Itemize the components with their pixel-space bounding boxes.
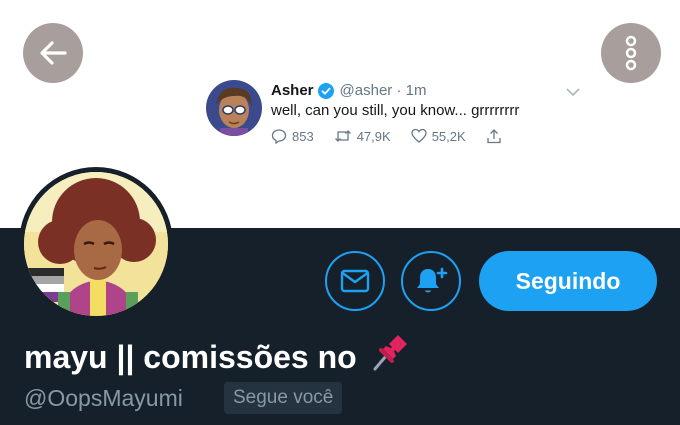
reply-count: 853 <box>292 128 314 144</box>
tweet-handle-time: @asher · 1m <box>339 82 427 99</box>
chevron-down-icon <box>566 84 580 102</box>
tweet-author-name: Asher <box>271 82 314 99</box>
retweet-count: 47,9K <box>356 128 391 144</box>
heart-icon <box>411 128 427 143</box>
vertical-dots-icon <box>625 35 637 71</box>
tweet-actions: 853 47,9K 55,2K <box>271 128 527 144</box>
embedded-tweet: Asher @asher · 1m well, can you still, y… <box>206 80 586 160</box>
like-count: 55,2K <box>431 128 466 144</box>
verified-badge-icon <box>317 82 334 99</box>
retweet-action: 47,9K <box>334 128 391 144</box>
bell-plus-icon <box>417 267 448 293</box>
tweet-text: well, can you still, you know... grrrrrr… <box>271 102 520 119</box>
envelope-icon <box>340 269 370 293</box>
arrow-left-icon <box>40 41 67 65</box>
share-icon <box>487 129 501 144</box>
tweet-avatar <box>206 80 262 136</box>
back-button[interactable] <box>23 23 83 83</box>
like-action: 55,2K <box>411 128 466 144</box>
avatar[interactable] <box>19 167 173 321</box>
follows-you-badge: Segue você <box>224 382 343 414</box>
following-button[interactable]: Seguindo <box>479 251 657 311</box>
share-action <box>486 128 507 144</box>
reply-icon <box>271 129 287 144</box>
pushpin-icon <box>369 333 409 381</box>
display-name-text: mayu || comissões no <box>24 338 357 375</box>
notifications-button[interactable] <box>401 251 461 311</box>
message-button[interactable] <box>325 251 385 311</box>
more-options-button[interactable] <box>601 23 661 83</box>
retweet-icon <box>334 130 351 142</box>
profile-display-name: mayu || comissões no <box>24 333 409 381</box>
profile-handle: @OopsMayumi <box>24 385 183 411</box>
reply-action: 853 <box>271 128 314 144</box>
